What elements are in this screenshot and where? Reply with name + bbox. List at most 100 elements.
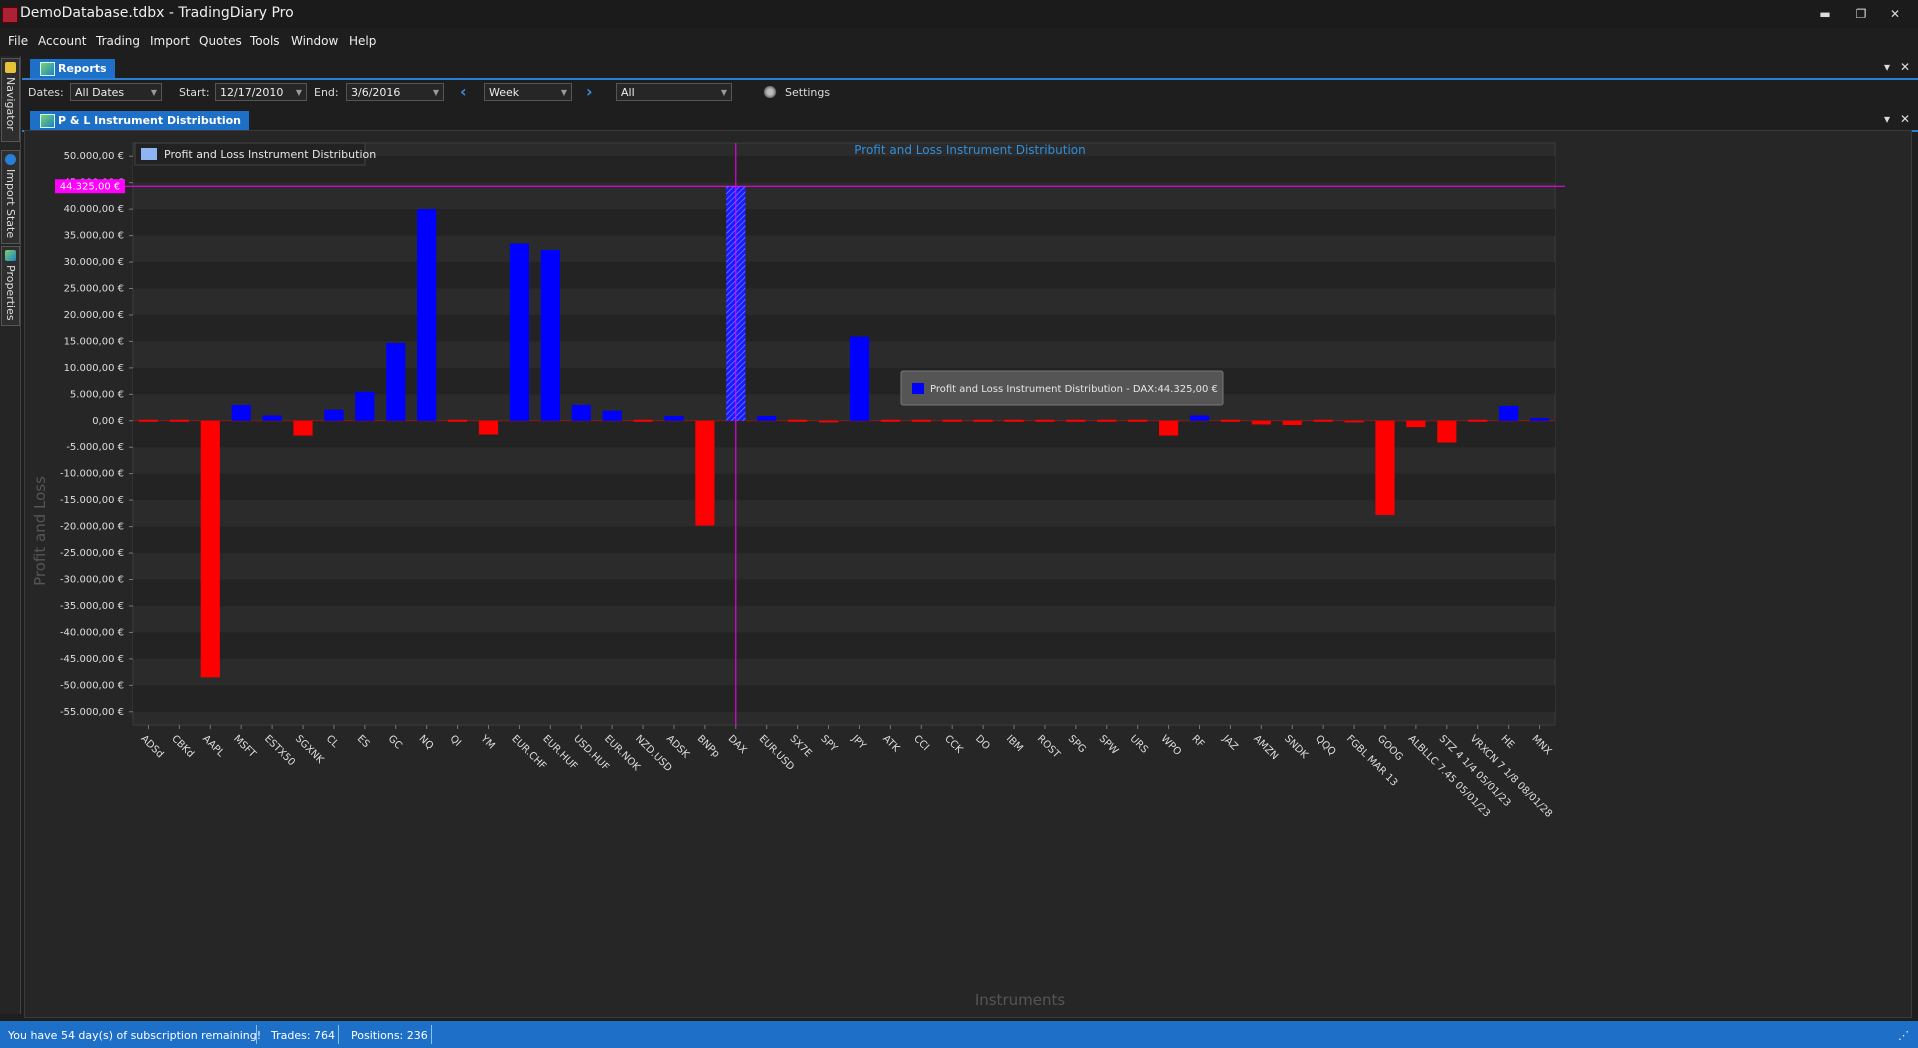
grid-band — [133, 685, 1555, 712]
start-date-value: 12/17/2010 — [220, 86, 284, 99]
x-tick-label: SX7E — [788, 733, 814, 759]
grid-band — [133, 314, 1555, 342]
x-tick-label: MNX — [1529, 733, 1553, 757]
x-tick-label: QI — [447, 733, 462, 748]
bar-qi — [448, 419, 468, 422]
bar-eur-huf — [540, 249, 560, 421]
chevron-down-icon: ▼ — [560, 88, 567, 97]
y-tick-label: -50.000,00 € — [60, 680, 124, 691]
bar-gc — [386, 342, 406, 421]
side-tab-navigator-label: Navigator — [4, 77, 17, 131]
chevron-down-icon: ▼ — [295, 88, 302, 97]
tooltip-text: Profit and Loss Instrument Distribution … — [930, 384, 1218, 395]
report-close-button[interactable]: ✕ — [1900, 112, 1910, 126]
x-tick-label: GOOG — [1375, 733, 1405, 763]
y-tick-label: -45.000,00 € — [60, 654, 124, 665]
side-tab-import-state[interactable]: Import State — [1, 150, 20, 244]
y-axis-title: Profit and Loss — [31, 476, 49, 586]
y-tick-label: -55.000,00 € — [60, 707, 124, 718]
bar-spw — [1097, 419, 1117, 422]
report-menu-button[interactable]: ▾ — [1884, 112, 1890, 126]
menu-file[interactable]: File — [8, 34, 28, 48]
y-tick-label: -25.000,00 € — [60, 548, 124, 559]
x-tick-label: RF — [1189, 733, 1206, 750]
menu-trading[interactable]: Trading — [96, 34, 140, 48]
chart-tooltip: Profit and Loss Instrument Distribution … — [900, 370, 1224, 406]
y-tick-label: 25.000,00 € — [64, 284, 124, 295]
tab-pl-instrument-distribution[interactable]: P & L Instrument Distribution — [30, 111, 250, 130]
y-tick-label: 30.000,00 € — [64, 257, 124, 268]
menu-import[interactable]: Import — [150, 34, 190, 48]
legend-swatch — [141, 148, 157, 160]
bar-estx50 — [262, 415, 282, 421]
reports-menu-button[interactable]: ▾ — [1884, 60, 1890, 74]
minimize-button[interactable]: ▬ — [1810, 4, 1840, 24]
bar-aapl — [200, 420, 220, 678]
grid-band — [133, 209, 1555, 236]
y-tick-label: -20.000,00 € — [60, 522, 124, 533]
chart-title: Profit and Loss Instrument Distribution — [854, 143, 1086, 157]
y-tick-label: 20.000,00 € — [64, 310, 124, 321]
bar-qqq — [1313, 419, 1333, 422]
x-tick-label: JAZ — [1220, 733, 1240, 753]
bar-cci — [911, 419, 931, 422]
end-date-input[interactable]: 3/6/2016 ▼ — [346, 83, 444, 101]
prev-period-icon[interactable]: ‹ — [460, 82, 467, 101]
title-bar: DemoDatabase.tdbx - TradingDiary Pro ▬ ❐… — [0, 0, 1918, 28]
dates-value: All Dates — [75, 86, 125, 99]
menu-account[interactable]: Account — [38, 34, 86, 48]
bar-rost — [1035, 419, 1055, 422]
x-tick-label: SPG — [1066, 733, 1088, 755]
menu-tools[interactable]: Tools — [250, 34, 280, 48]
pl-distribution-chart[interactable]: 50.000,00 €45.000,00 €40.000,00 €35.000,… — [25, 131, 1911, 1017]
properties-icon — [5, 250, 16, 261]
side-tab-properties[interactable]: Properties — [1, 246, 20, 326]
menu-quotes[interactable]: Quotes — [199, 34, 242, 48]
x-tick-label: JPY — [849, 733, 869, 753]
period-select[interactable]: Week ▼ — [484, 83, 572, 101]
bar-eur-usd — [757, 416, 777, 421]
subscription-status: You have 54 day(s) of subscription remai… — [8, 1029, 262, 1042]
bar-ibm — [1004, 419, 1024, 422]
menu-help[interactable]: Help — [349, 34, 376, 48]
reports-close-button[interactable]: ✕ — [1900, 60, 1910, 74]
x-tick-label: ESTX50 — [262, 733, 297, 768]
x-tick-label: SPW — [1097, 733, 1121, 757]
bar-sndk — [1282, 420, 1302, 426]
resize-grip-icon: ⋰ — [1898, 1029, 1909, 1042]
tab-reports[interactable]: Reports — [30, 59, 115, 78]
bar-adsd — [138, 419, 159, 422]
next-period-icon[interactable]: › — [586, 82, 593, 101]
x-tick-label: CL — [324, 733, 341, 750]
x-tick-label: WPO — [1158, 733, 1183, 758]
chart-panel: 50.000,00 €45.000,00 €40.000,00 €35.000,… — [24, 130, 1912, 1018]
x-tick-label: CBKd — [169, 733, 196, 760]
bar-spy — [818, 420, 839, 423]
status-divider — [256, 1025, 257, 1044]
settings-button[interactable]: Settings — [785, 86, 830, 99]
status-divider — [338, 1025, 339, 1044]
grid-band — [133, 473, 1555, 501]
menu-window[interactable]: Window — [291, 34, 338, 48]
bar-fgbl-mar-13 — [1344, 420, 1364, 423]
bar-cbkd — [169, 419, 189, 422]
legend-label: Profit and Loss Instrument Distribution — [164, 148, 376, 161]
bar-bnpp — [695, 420, 715, 526]
start-date-input[interactable]: 12/17/2010 ▼ — [215, 83, 307, 101]
dates-select[interactable]: All Dates ▼ — [70, 83, 162, 101]
settings-filter-icon[interactable] — [763, 86, 777, 98]
positions-count: Positions: 236 — [351, 1029, 428, 1042]
tab-reports-label: Reports — [58, 62, 107, 75]
bar-nzd-usd — [633, 419, 653, 422]
side-tab-navigator[interactable]: Navigator — [1, 58, 20, 142]
filter-select[interactable]: All ▼ — [616, 83, 732, 101]
x-tick-label: IBM — [1004, 733, 1025, 754]
bar-cck — [942, 419, 962, 422]
y-tick-label: 0,00 € — [92, 416, 124, 427]
restore-button[interactable]: ❐ — [1846, 4, 1876, 24]
y-tick-label: 40.000,00 € — [64, 204, 124, 215]
x-tick-label: ADSK — [664, 733, 691, 760]
close-window-button[interactable]: ✕ — [1880, 4, 1910, 24]
bar-spg — [1066, 419, 1086, 422]
y-tick-label: -10.000,00 € — [60, 469, 124, 480]
